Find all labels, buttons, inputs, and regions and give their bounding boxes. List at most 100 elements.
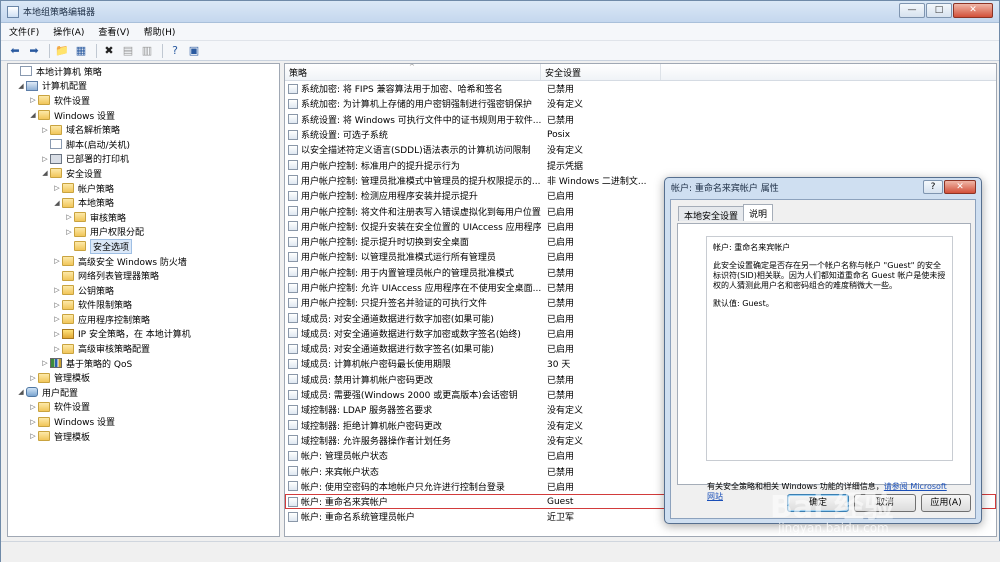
tree-node[interactable]: ▷ 管理模板 <box>8 429 279 444</box>
collapse-arrow-icon[interactable]: ▷ <box>52 286 62 294</box>
policy-row[interactable]: 以安全描述符定义语言(SDDL)语法表示的计算机访问限制 没有定义 <box>285 142 996 157</box>
security-setting-cell: 没有定义 <box>547 100 584 111</box>
tree-node[interactable]: ▷ 管理模板 <box>8 370 279 385</box>
policy-setting-icon <box>288 313 298 324</box>
tree-node[interactable]: ◢ 用户配置 <box>8 385 279 400</box>
toolbar-separator <box>96 43 97 58</box>
menu-view[interactable]: 查看(V) <box>98 25 129 38</box>
tree-node[interactable]: ▷ 域名解析策略 <box>8 122 279 137</box>
export-list-icon[interactable]: ▥ <box>139 43 155 59</box>
tree-node[interactable]: ▷ 已部署的打印机 <box>8 152 279 167</box>
expand-arrow-icon[interactable]: ◢ <box>52 199 62 207</box>
tree-node[interactable]: ▷ 应用程序控制策略 <box>8 312 279 327</box>
collapse-arrow-icon[interactable]: ▷ <box>52 301 62 309</box>
policy-setting-icon <box>288 466 298 477</box>
tree-node[interactable]: ▷ Windows 设置 <box>8 414 279 429</box>
collapse-arrow-icon[interactable]: ▷ <box>40 155 50 163</box>
forward-arrow-icon[interactable]: ➡ <box>26 43 42 59</box>
collapse-arrow-icon[interactable]: ▷ <box>28 374 38 382</box>
tab-explain[interactable]: 说明 <box>743 204 774 221</box>
collapse-arrow-icon[interactable]: ▷ <box>28 96 38 104</box>
back-arrow-icon[interactable]: ⬅ <box>7 43 23 59</box>
tree-node[interactable]: ▷ 高级安全 Windows 防火墙 <box>8 254 279 269</box>
policy-row[interactable]: 系统加密: 为计算机上存储的用户密钥强制进行强密钥保护 没有定义 <box>285 96 996 111</box>
collapse-arrow-icon[interactable]: ▷ <box>64 228 74 236</box>
policy-row[interactable]: 用户帐户控制: 标准用户的提升提示行为 提示凭据 <box>285 157 996 172</box>
extended-view-icon[interactable]: ▣ <box>186 43 202 59</box>
collapse-arrow-icon[interactable]: ▷ <box>52 345 62 353</box>
tree-node-selected[interactable]: 安全选项 <box>8 238 279 254</box>
collapse-arrow-icon[interactable]: ▷ <box>64 213 74 221</box>
expand-arrow-icon[interactable]: ◢ <box>16 388 26 396</box>
column-header-policy[interactable]: 策略 ^ <box>285 64 541 80</box>
collapse-arrow-icon[interactable]: ▷ <box>52 330 62 338</box>
tree-pane[interactable]: 本地计算机 策略 ◢ 计算机配置 ▷ 软件设置 ◢ Windows 设置 ▷ 域名解析策… <box>7 63 280 537</box>
expand-arrow-icon[interactable]: ◢ <box>28 111 38 119</box>
explain-text-box[interactable]: 帐户: 重命名来宾帐户 此安全设置确定是否存在另一个帐户名称与帐户 "Guest… <box>706 236 953 461</box>
expand-arrow-icon[interactable]: ◢ <box>16 82 26 90</box>
tree-node[interactable]: ▷ 高级审核策略配置 <box>8 341 279 356</box>
collapse-arrow-icon[interactable]: ▷ <box>28 432 38 440</box>
tree-node[interactable]: ▷ 软件设置 <box>8 400 279 415</box>
dialog-close-button[interactable]: ✕ <box>944 180 976 194</box>
policy-name-cell: 帐户: 重命名来宾帐户 <box>285 495 541 508</box>
menu-action[interactable]: 操作(A) <box>53 25 84 38</box>
security-setting-cell: 没有定义 <box>547 146 584 157</box>
close-button[interactable]: ✕ <box>953 3 993 18</box>
policy-row[interactable]: 系统设置: 可选子系统 Posix <box>285 127 996 142</box>
policy-name-cell: 用户帐户控制: 允许 UIAccess 应用程序在不使用安全桌面... <box>285 281 541 294</box>
tree-node[interactable]: ◢ 计算机配置 <box>8 79 279 94</box>
tree-node[interactable]: 网络列表管理器策略 <box>8 268 279 283</box>
tree-node[interactable]: ◢ 本地策略 <box>8 195 279 210</box>
tree-node[interactable]: ▷ 审核策略 <box>8 210 279 225</box>
apply-button[interactable]: 应用(A) <box>921 494 971 512</box>
policy-row[interactable]: 系统设置: 将 Windows 可执行文件中的证书规则用于软件... 已禁用 <box>285 112 996 127</box>
collapse-arrow-icon[interactable]: ▷ <box>52 257 62 265</box>
policy-name-cell: 帐户: 重命名系统管理员帐户 <box>285 510 541 523</box>
minimize-button[interactable]: — <box>899 3 925 18</box>
tree-node[interactable]: ▷ IP 安全策略，在 本地计算机 <box>8 327 279 342</box>
tree-node[interactable]: 本地计算机 策略 <box>8 64 279 79</box>
up-folder-icon[interactable]: 📁 <box>54 43 70 59</box>
tree-node[interactable]: ◢ 安全设置 <box>8 166 279 181</box>
dialog-help-button[interactable]: ? <box>923 180 943 194</box>
expand-arrow-icon[interactable]: ◢ <box>40 169 50 177</box>
tab-local-security-setting[interactable]: 本地安全设置 <box>678 206 745 222</box>
collapse-arrow-icon[interactable]: ▷ <box>52 184 62 192</box>
tree-node[interactable]: ▷ 帐户策略 <box>8 181 279 196</box>
security-setting-cell: 近卫军 <box>547 513 575 524</box>
show-hide-tree-icon[interactable]: ▦ <box>73 43 89 59</box>
delete-icon[interactable]: ✖ <box>101 43 117 59</box>
tree-node[interactable]: 脚本(启动/关机) <box>8 137 279 152</box>
collapse-arrow-icon[interactable]: ▷ <box>52 315 62 323</box>
tree-node[interactable]: ▷ 用户权限分配 <box>8 225 279 240</box>
folder-icon <box>50 168 62 179</box>
help-icon[interactable]: ? <box>167 43 183 59</box>
collapse-arrow-icon[interactable]: ▷ <box>28 403 38 411</box>
security-setting-cell: 已禁用 <box>547 467 575 478</box>
maximize-button[interactable]: □ <box>926 3 952 18</box>
policy-setting-icon <box>288 221 298 232</box>
policy-setting-icon <box>288 389 298 400</box>
security-setting-cell: 已禁用 <box>547 284 575 294</box>
collapse-arrow-icon[interactable]: ▷ <box>40 359 50 367</box>
ip-security-icon <box>62 328 74 339</box>
tree-node[interactable]: ▷ 软件设置 <box>8 93 279 108</box>
policy-row[interactable]: 系统加密: 将 FIPS 兼容算法用于加密、哈希和签名 已禁用 <box>285 81 996 96</box>
tree-node[interactable]: ▷ 基于策略的 QoS <box>8 356 279 371</box>
policy-name-cell: 系统设置: 将 Windows 可执行文件中的证书规则用于软件... <box>285 113 541 126</box>
collapse-arrow-icon[interactable]: ▷ <box>40 126 50 134</box>
toolbar-separator <box>162 43 163 58</box>
folder-icon <box>38 401 50 412</box>
tree-node[interactable]: ▷ 公钥策略 <box>8 283 279 298</box>
tree-node[interactable]: ◢ Windows 设置 <box>8 108 279 123</box>
properties-icon[interactable]: ▤ <box>120 43 136 59</box>
tree-node[interactable]: ▷ 软件限制策略 <box>8 298 279 313</box>
policy-setting-icon <box>288 83 298 94</box>
collapse-arrow-icon[interactable]: ▷ <box>28 418 38 426</box>
folder-icon <box>62 299 74 310</box>
menu-help[interactable]: 帮助(H) <box>144 25 176 38</box>
column-header-setting[interactable]: 安全设置 <box>541 64 661 80</box>
security-setting-cell: 已启用 <box>547 222 575 233</box>
menu-file[interactable]: 文件(F) <box>9 25 39 38</box>
